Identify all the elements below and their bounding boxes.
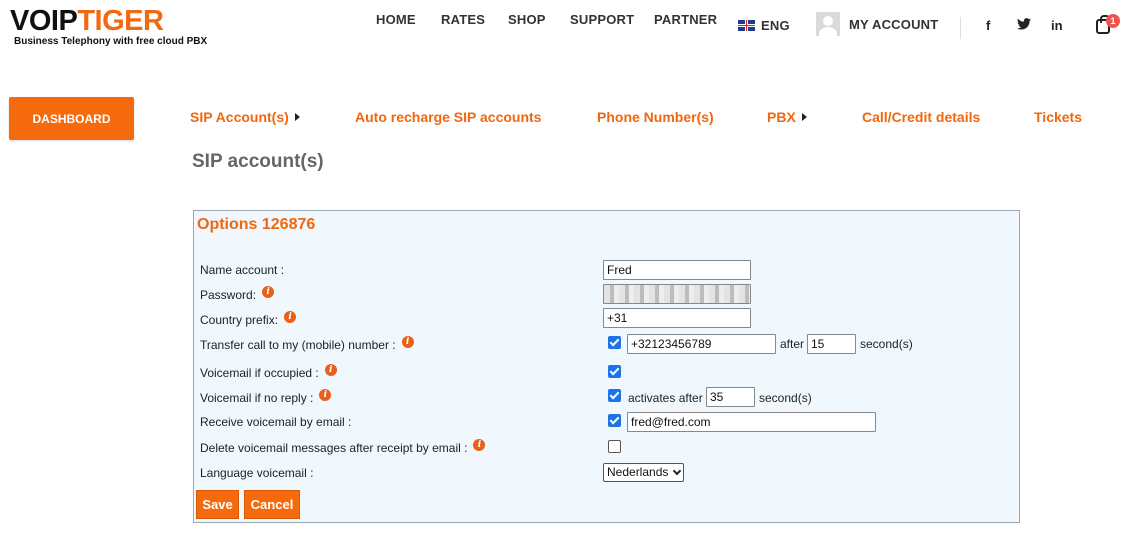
transfer-checkbox[interactable] — [608, 336, 621, 349]
vm-delete-checkbox[interactable] — [608, 440, 621, 453]
name-account-input[interactable]: Fred — [603, 260, 751, 280]
after-text: after — [780, 337, 805, 351]
vm-occupied-label: Voicemail if occupied : i — [200, 364, 337, 380]
subnav-sip-accounts[interactable]: SIP Account(s) — [190, 109, 300, 125]
caret-right-icon — [294, 113, 300, 121]
transfer-label: Transfer call to my (mobile) number : i — [200, 336, 414, 352]
subnav-phone-numbers[interactable]: Phone Number(s) — [597, 109, 714, 125]
subnav-tickets[interactable]: Tickets — [1034, 109, 1082, 125]
vm-occupied-text: Voicemail if occupied : — [200, 366, 319, 380]
email-input[interactable]: fred@fred.com — [627, 412, 876, 432]
nav-rates[interactable]: RATES — [441, 12, 485, 27]
seconds-text: second(s) — [860, 337, 913, 351]
info-icon[interactable]: i — [473, 439, 486, 451]
nav-partner[interactable]: PARTNER — [654, 12, 717, 27]
uk-flag-icon — [738, 20, 755, 31]
facebook-icon[interactable]: f — [986, 18, 990, 33]
options-title: Options 126876 — [197, 216, 316, 233]
page-title: SIP account(s) — [192, 151, 324, 172]
info-icon[interactable]: i — [401, 336, 414, 348]
linkedin-icon[interactable]: in — [1051, 18, 1063, 33]
vm-language-text: Language voicemail : — [200, 466, 314, 480]
seconds-text: second(s) — [759, 391, 812, 405]
nav-home[interactable]: HOME — [376, 12, 416, 27]
vm-occupied-checkbox[interactable] — [608, 365, 621, 378]
info-icon[interactable]: i — [284, 311, 297, 323]
vm-email-text: Receive voicemail by email : — [200, 415, 352, 429]
logo-tagline: Business Telephony with free cloud PBX — [14, 36, 208, 47]
logo[interactable]: VOIPTIGER Business Telephony with free c… — [10, 6, 207, 47]
chevron-down-icon — [673, 466, 682, 475]
transfer-number-input[interactable]: +32123456789 — [627, 334, 776, 354]
transfer-text: Transfer call to my (mobile) number : — [200, 338, 396, 352]
subnav-sip-accounts-label: SIP Account(s) — [190, 109, 289, 125]
vm-email-label: Receive voicemail by email : — [200, 415, 351, 429]
nav-support[interactable]: SUPPORT — [570, 12, 634, 27]
logo-part1: VOIP — [10, 5, 78, 37]
name-account-label: Name account : — [200, 263, 284, 277]
vm-email-checkbox[interactable] — [608, 414, 621, 427]
subnav-call-credit[interactable]: Call/Credit details — [862, 109, 980, 125]
noreply-after-input[interactable]: 35 — [706, 387, 755, 407]
activates-after-text: activates after — [628, 391, 703, 405]
language-selector[interactable]: ENG — [738, 18, 790, 33]
info-icon[interactable]: i — [319, 389, 332, 401]
password-text: Password: — [200, 288, 257, 302]
vm-delete-text: Delete voicemail messages after receipt … — [200, 441, 468, 455]
vm-language-label: Language voicemail : — [200, 466, 313, 480]
info-icon[interactable]: i — [262, 286, 275, 298]
subnav-pbx[interactable]: PBX — [767, 109, 807, 125]
options-panel: Options 126876 Name account : Fred Passw… — [193, 210, 1020, 523]
country-prefix-input[interactable]: +31 — [603, 308, 751, 328]
language-label: ENG — [761, 18, 790, 33]
cancel-button[interactable]: Cancel — [244, 490, 300, 519]
vm-noreply-text: Voicemail if no reply : — [200, 391, 314, 405]
avatar-icon — [816, 12, 840, 36]
language-select-value: Nederlands — [607, 465, 669, 479]
country-prefix-label: Country prefix: i — [200, 311, 297, 327]
vm-noreply-checkbox[interactable] — [608, 389, 621, 402]
vm-delete-label: Delete voicemail messages after receipt … — [200, 439, 486, 455]
subnav-auto-recharge[interactable]: Auto recharge SIP accounts — [355, 109, 541, 125]
nav-shop[interactable]: SHOP — [508, 12, 546, 27]
logo-part2: TIGER — [77, 5, 164, 37]
my-account-link[interactable]: MY ACCOUNT — [816, 12, 938, 36]
info-icon[interactable]: i — [324, 364, 337, 376]
password-input[interactable] — [603, 284, 751, 304]
save-button[interactable]: Save — [196, 490, 239, 519]
caret-right-icon — [801, 113, 807, 121]
password-label: Password: i — [200, 286, 275, 302]
header-divider — [960, 17, 961, 39]
transfer-after-input[interactable]: 15 — [807, 334, 856, 354]
vm-noreply-label: Voicemail if no reply : i — [200, 389, 332, 405]
subnav-pbx-label: PBX — [767, 109, 796, 125]
cart-count-badge: 1 — [1106, 14, 1120, 28]
twitter-icon[interactable] — [1017, 18, 1031, 33]
my-account-label: MY ACCOUNT — [849, 16, 939, 32]
country-prefix-text: Country prefix: — [200, 313, 279, 327]
name-account-text: Name account : — [200, 263, 285, 277]
language-select[interactable]: Nederlands — [603, 463, 685, 482]
dashboard-button[interactable]: DASHBOARD — [9, 97, 134, 140]
